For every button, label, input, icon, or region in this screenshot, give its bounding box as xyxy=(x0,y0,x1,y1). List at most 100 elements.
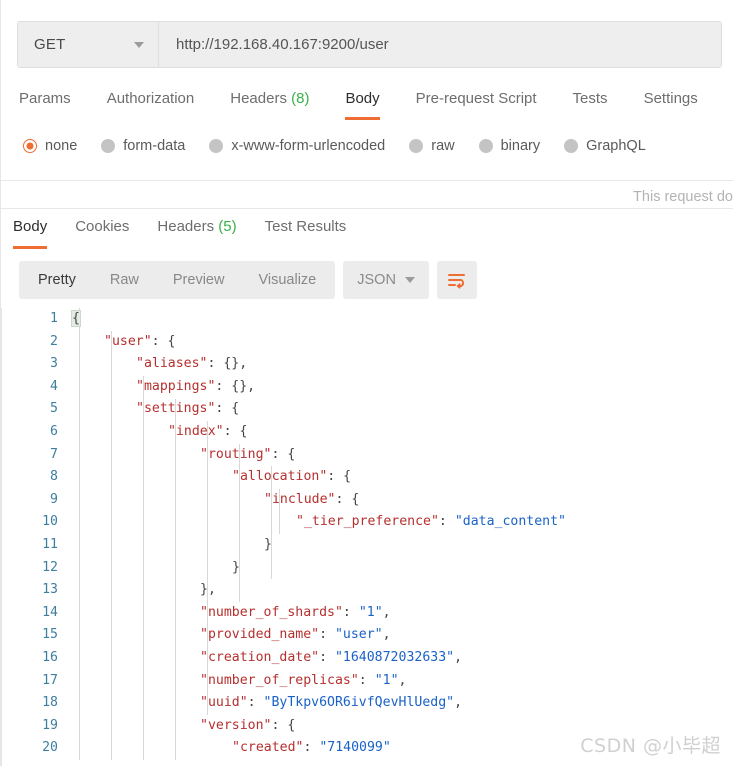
line-number: 1 xyxy=(50,311,58,326)
body-type-radio-group: none form-data x-www-form-urlencoded raw bin… xyxy=(23,138,670,154)
line-number: 20 xyxy=(42,740,58,756)
code-line: 13}, xyxy=(2,579,733,602)
tab-label: Body xyxy=(13,218,48,235)
response-tab-body[interactable]: Body xyxy=(13,216,61,249)
body-type-none[interactable]: none xyxy=(23,138,77,154)
line-number: 3 xyxy=(50,356,58,372)
token-punc: : xyxy=(319,649,335,665)
tab-count-badge: (8) xyxy=(286,90,310,107)
token-str: "7140099" xyxy=(319,740,391,756)
request-tabs: Params Authorization Headers (8) Body Pre-re… xyxy=(19,88,716,122)
response-body-json-viewer[interactable]: 1{2 "user": {3 "aliases": {}, 4 "mappings": … xyxy=(1,308,733,766)
body-type-graphql[interactable]: GraphQL xyxy=(564,138,646,154)
code-text: "include": { xyxy=(264,489,359,512)
token-punc: } xyxy=(232,559,240,575)
code-text: "created": "7140099" xyxy=(232,737,391,760)
divider-response-top xyxy=(1,208,733,209)
radio-label: binary xyxy=(500,138,541,154)
token-punc: : { xyxy=(151,333,176,349)
radio-label: x-www-form-urlencoded xyxy=(231,138,386,154)
token-punc: : { xyxy=(327,469,352,485)
radio-label: raw xyxy=(431,138,455,154)
view-mode-pretty[interactable]: Pretty xyxy=(21,261,93,299)
request-tab-headers[interactable]: Headers (8) xyxy=(212,88,327,110)
token-key: "created" xyxy=(232,740,304,756)
token-punc: : { xyxy=(271,446,296,462)
code-line: 2 "user": { xyxy=(2,331,733,354)
token-punc: } xyxy=(264,536,272,552)
code-text: "version": { xyxy=(200,715,295,738)
code-text: "aliases": {}, xyxy=(136,353,247,376)
divider-request-bottom xyxy=(1,180,733,181)
tab-label: Cookies xyxy=(75,218,130,235)
token-str: "data_content" xyxy=(454,514,566,530)
response-format-select[interactable]: JSON xyxy=(343,261,429,299)
token-key: "allocation" xyxy=(232,469,328,485)
response-tab-cookies[interactable]: Cookies xyxy=(61,216,143,238)
chevron-down-icon xyxy=(404,277,415,283)
code-text: }, xyxy=(200,579,216,602)
token-key: "provided_name" xyxy=(200,627,320,643)
line-number: 19 xyxy=(42,717,58,733)
token-punc: : { xyxy=(223,423,248,439)
response-tabs: Body Cookies Headers (5) Test Results xyxy=(13,216,361,249)
token-punc: : xyxy=(438,514,455,530)
token-key: "routing" xyxy=(200,446,272,462)
tab-label: Body xyxy=(345,90,380,107)
response-tab-test-results[interactable]: Test Results xyxy=(251,216,361,238)
body-type-form-data[interactable]: form-data xyxy=(101,138,185,154)
code-line: 14 "number_of_shards": "1", xyxy=(2,602,733,625)
code-text: "uuid": "ByTkpv6OR6ivfQevHlUedg", xyxy=(200,692,462,715)
code-text: "mappings": {}, xyxy=(136,376,255,399)
code-line: 8 "allocation": { xyxy=(2,466,733,489)
view-mode-preview[interactable]: Preview xyxy=(156,261,242,299)
request-tab-params[interactable]: Params xyxy=(19,88,89,110)
response-tab-headers[interactable]: Headers (5) xyxy=(143,216,250,238)
token-key: "aliases" xyxy=(136,356,208,372)
token-punc: { xyxy=(71,310,81,327)
token-punc: : { xyxy=(335,491,360,507)
code-line: 12} xyxy=(2,557,733,580)
token-str: "1" xyxy=(374,672,399,688)
wrap-text-button[interactable] xyxy=(436,261,477,299)
view-mode-visualize[interactable]: Visualize xyxy=(241,261,333,299)
token-str: "ByTkpv6OR6ivfQevHlUedg" xyxy=(263,695,455,711)
request-tab-body[interactable]: Body xyxy=(327,88,397,120)
line-number: 16 xyxy=(42,649,58,665)
radio-label: none xyxy=(45,138,78,154)
body-type-raw[interactable]: raw xyxy=(409,138,455,154)
code-line: 5 "settings": { xyxy=(2,398,733,421)
url-input[interactable]: http://192.168.40.167:9200/user xyxy=(159,22,721,67)
http-method-select[interactable]: GET xyxy=(18,22,159,67)
request-tab-pre-request-script[interactable]: Pre-request Script xyxy=(398,88,555,110)
code-line: 1{ xyxy=(2,308,733,331)
line-number: 10 xyxy=(42,514,58,530)
line-number: 18 xyxy=(42,695,58,711)
tab-label: Headers xyxy=(157,218,215,235)
view-mode-raw[interactable]: Raw xyxy=(93,261,156,299)
token-key: "settings" xyxy=(136,401,216,417)
code-text: "provided_name": "user", xyxy=(200,624,391,647)
token-punc: , xyxy=(454,649,463,665)
request-note-text: This request do xyxy=(633,189,733,205)
request-tab-settings[interactable]: Settings xyxy=(626,88,716,110)
body-type-x-www-form-urlencoded[interactable]: x-www-form-urlencoded xyxy=(209,138,385,154)
radio-icon xyxy=(478,139,493,153)
token-punc: : xyxy=(303,740,320,756)
code-text: } xyxy=(264,534,272,557)
token-punc: : xyxy=(247,695,264,711)
request-tab-authorization[interactable]: Authorization xyxy=(89,88,213,110)
chevron-down-icon xyxy=(134,41,144,48)
radio-icon xyxy=(23,139,37,153)
radio-icon xyxy=(409,139,424,153)
request-url-bar: GET http://192.168.40.167:9200/user xyxy=(17,21,722,68)
postman-window: GET http://192.168.40.167:9200/user Para… xyxy=(0,0,733,766)
request-tab-tests[interactable]: Tests xyxy=(555,88,626,110)
code-line: 11} xyxy=(2,534,733,557)
radio-label: GraphQL xyxy=(586,138,646,154)
line-number: 11 xyxy=(42,536,58,552)
code-line: 4 "mappings": {}, xyxy=(2,376,733,399)
response-format-label: JSON xyxy=(357,272,396,288)
body-type-binary[interactable]: binary xyxy=(478,138,541,154)
code-text: "routing": { xyxy=(200,444,295,467)
